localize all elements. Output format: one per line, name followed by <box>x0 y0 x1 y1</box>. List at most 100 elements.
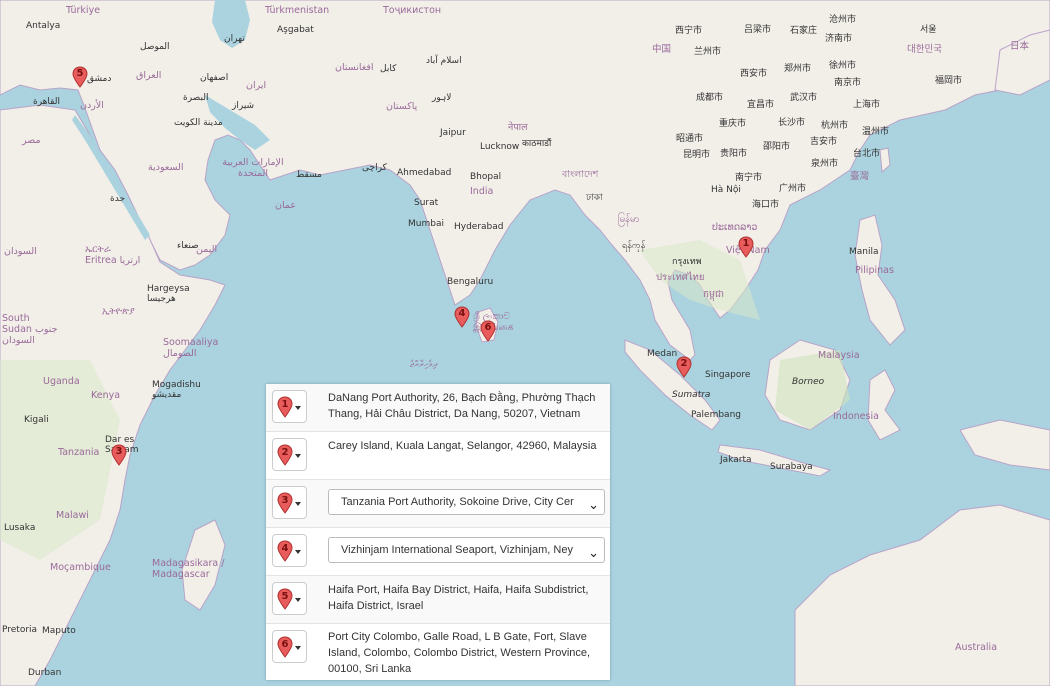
city-label: 沧州市 <box>829 15 857 25</box>
map-marker-icon: 2 <box>277 444 293 471</box>
city-label: 宜昌市 <box>747 100 775 110</box>
marker-dropdown-button[interactable]: 2 <box>272 438 307 471</box>
address-row: 5 Haifa Port, Haifa Bay District, Haifa,… <box>266 576 610 624</box>
marker-dropdown-button[interactable]: 1 <box>272 390 307 423</box>
city-label: دمشق <box>87 74 112 84</box>
city-label: 泉州市 <box>811 159 839 169</box>
caret-down-icon <box>295 550 301 554</box>
map-marker-number: 1 <box>742 238 750 249</box>
address-select[interactable]: Tanzania Port Authority, Sokoine Drive, … <box>328 489 605 515</box>
city-label: Hà Nội <box>711 185 741 195</box>
map-marker-icon: 1 <box>277 396 293 423</box>
country-label-afghanistan: افغانستان <box>335 62 374 73</box>
city-label: 西安市 <box>740 69 768 79</box>
marker-dropdown-button[interactable]: 6 <box>272 630 307 663</box>
caret-down-icon <box>295 454 301 458</box>
marker-number: 5 <box>281 591 289 602</box>
city-label: 徐州市 <box>829 61 857 71</box>
city-label: لاہور <box>432 93 452 103</box>
address-row: 6 Port City Colombo, Galle Road, L B Gat… <box>266 624 610 680</box>
city-label: Manila <box>849 247 879 257</box>
marker-dropdown-button[interactable]: 4 <box>272 534 307 567</box>
country-label-tajikistan: Тоҷикистон <box>383 5 442 16</box>
map-marker-icon: 3 <box>277 492 293 519</box>
map-marker-icon[interactable]: 3 <box>111 444 127 466</box>
city-label: 海口市 <box>752 200 780 210</box>
city-label: 南宁市 <box>735 173 763 183</box>
city-label: Pretoria <box>2 625 38 635</box>
city-label: 兰州市 <box>694 47 722 57</box>
city-label: 温州市 <box>862 127 890 137</box>
map-marker-icon[interactable]: 2 <box>676 356 692 378</box>
city-label: 成都市 <box>696 93 724 103</box>
country-label-iran: ایران <box>246 80 267 91</box>
city-label: Aşgabat <box>277 25 314 35</box>
map-marker-icon: 4 <box>277 540 293 567</box>
city-label: 福岡市 <box>935 76 963 86</box>
address-select[interactable]: Vizhinjam International Seaport, Vizhinj… <box>328 537 605 563</box>
marker-number: 2 <box>281 447 289 458</box>
marker-number: 1 <box>281 399 289 410</box>
marker-dropdown-button[interactable]: 3 <box>272 486 307 519</box>
city-label: 西宁市 <box>675 26 703 36</box>
country-label-pakistan: پاکستان <box>386 101 418 112</box>
country-label-india: India <box>470 186 494 197</box>
address-row: 1 DaNang Port Authority, 26, Bạch Đằng, … <box>266 384 610 432</box>
country-label-yemen: اليمن <box>196 244 218 255</box>
city-label: ঢাকা <box>586 193 603 203</box>
map-marker-number: 6 <box>484 322 492 333</box>
map-marker-icon[interactable]: 5 <box>72 66 88 88</box>
city-label: صنعاء <box>177 241 199 251</box>
map-marker-icon[interactable]: 4 <box>454 306 470 328</box>
city-label: 长沙市 <box>778 118 806 128</box>
caret-down-icon <box>295 646 301 650</box>
map-marker-icon: 5 <box>277 588 293 615</box>
city-label: 郑州市 <box>784 64 812 74</box>
city-label: البصرة <box>183 93 209 103</box>
city-label: جدة <box>110 194 126 204</box>
city-label: ရန်ကုန် <box>622 241 646 251</box>
city-label: काठमाडौं <box>522 139 552 149</box>
country-label-philippines: Pilipinas <box>855 265 894 276</box>
country-label-laos: ປະເທດລາວ <box>712 222 758 233</box>
country-label-uae: الإمارات العربية المتحدة <box>222 157 284 179</box>
caret-down-icon <box>295 406 301 410</box>
city-label: تهران <box>224 34 245 44</box>
country-label-madagascar: Madagasikara / Madagascar <box>152 558 225 580</box>
chevron-down-icon: ⌄ <box>588 545 599 560</box>
map-marker-number: 3 <box>115 446 123 457</box>
country-label-tanzania: Tanzania <box>58 447 100 458</box>
caret-down-icon <box>295 598 301 602</box>
city-label: مسقط <box>296 170 322 180</box>
city-label: 石家庄 <box>790 26 818 36</box>
country-label-egypt: مصر <box>22 135 41 146</box>
city-label: Medan <box>647 349 678 359</box>
city-label: کراچی <box>362 163 387 173</box>
country-label-cambodia: កម្ពុជា <box>703 289 725 300</box>
map-marker-icon[interactable]: 6 <box>480 320 496 342</box>
city-label: Ahmedabad <box>397 168 452 178</box>
country-label-south-sudan: South Sudan جنوب السودان <box>2 313 58 346</box>
city-label: Lusaka <box>4 523 36 533</box>
map-marker-icon[interactable]: 1 <box>738 236 754 258</box>
city-label: Borneo <box>792 377 825 387</box>
country-label-nepal: नेपाल <box>508 122 528 133</box>
city-label: 贵阳市 <box>720 149 748 159</box>
country-label-jordan: الأردن <box>80 100 104 111</box>
city-label: الموصل <box>140 42 170 52</box>
city-label: شیراز <box>232 101 255 111</box>
city-label: 서울 <box>920 25 937 35</box>
country-label-saudi: السعودية <box>148 162 184 173</box>
map-marker-number: 2 <box>680 358 688 369</box>
city-label: 昭通市 <box>676 134 704 144</box>
city-label: اصفهان <box>200 73 229 83</box>
marker-dropdown-button[interactable]: 5 <box>272 582 307 615</box>
country-label-maldives: ދިވެހިރާއްޖެ <box>410 359 438 370</box>
country-label-myanmar: မြန်မာ <box>618 214 640 225</box>
city-label-hargeysa: Hargeysa هرجيسا <box>147 284 190 304</box>
city-label: Antalya <box>26 21 61 31</box>
city-label: Lucknow <box>480 142 520 152</box>
address-text: Port City Colombo, Galle Road, L B Gate,… <box>328 631 591 675</box>
country-label-eritrea: ኤርትራ Eritrea ارتريا <box>85 244 141 266</box>
country-label-somalia: Soomaaliya الصومال <box>163 337 219 359</box>
